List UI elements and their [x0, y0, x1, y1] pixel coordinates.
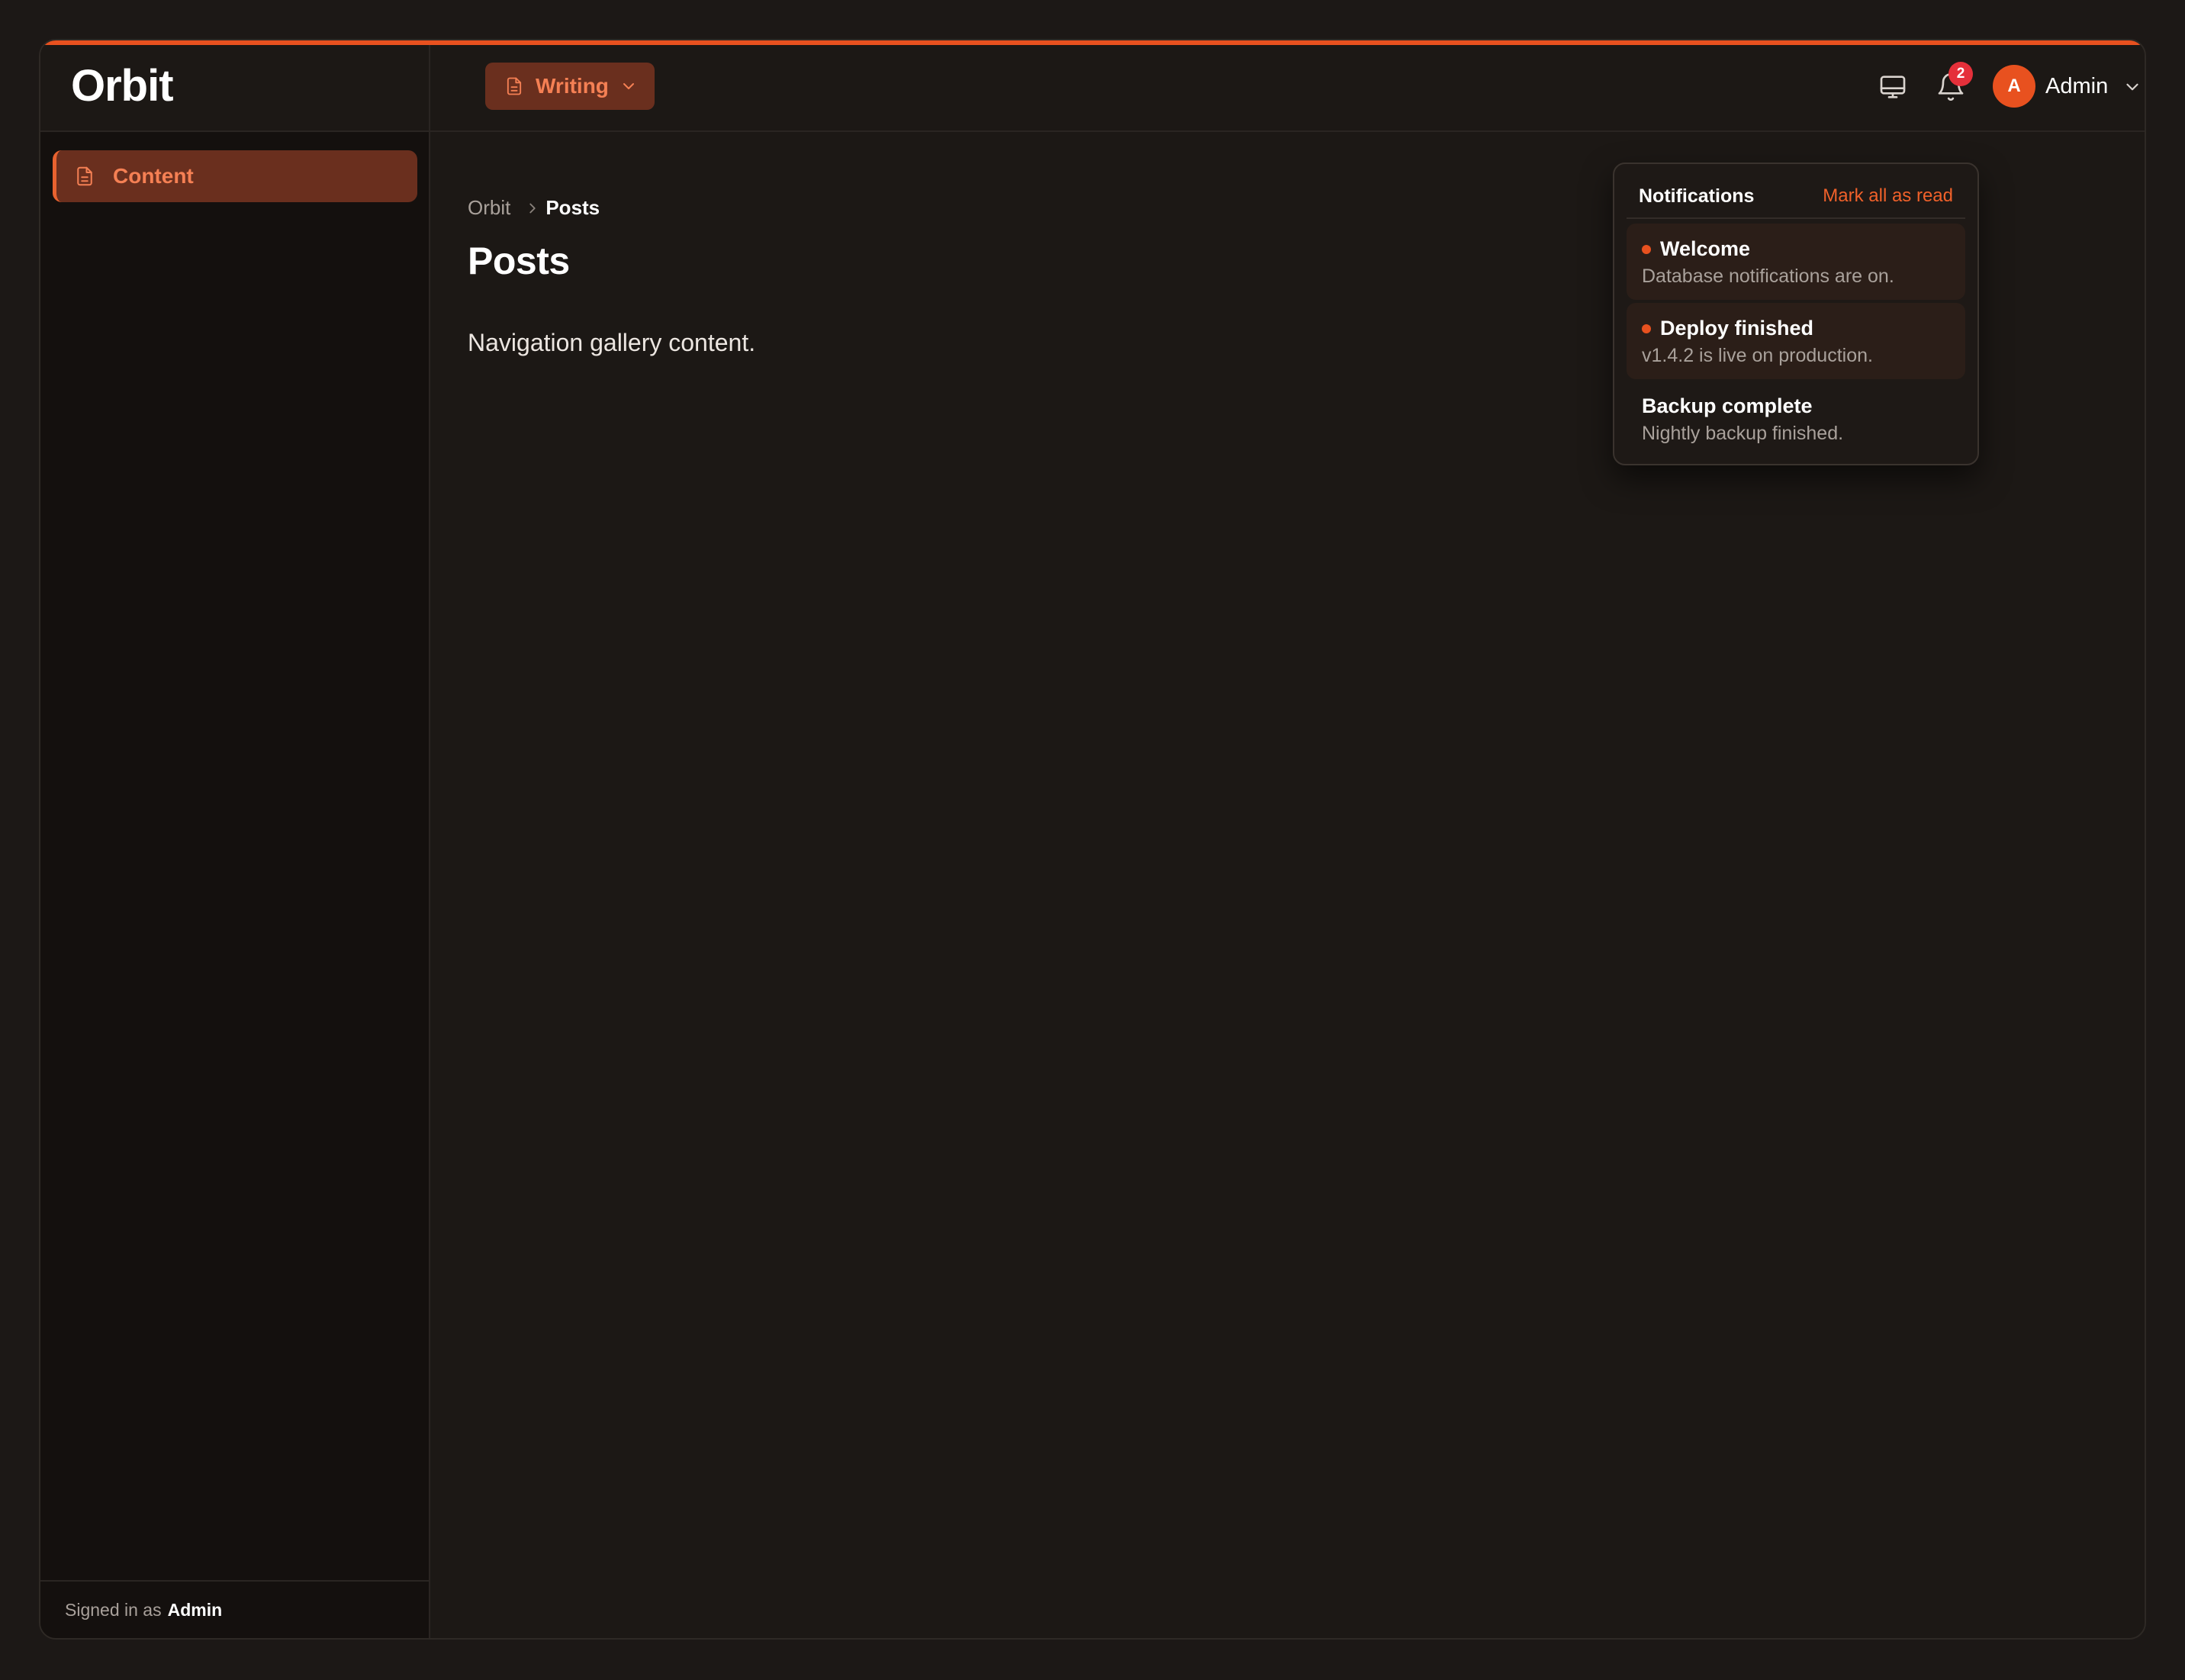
notification-body: Nightly backup finished. [1642, 423, 1844, 444]
sidebar-footer: Signed in as Admin [40, 1580, 429, 1638]
sidebar: Orbit Content Signed in as Admin [40, 45, 430, 1638]
avatar[interactable]: A [1993, 65, 2035, 108]
app-window: Orbit Content Signed in as Admin Writing [39, 39, 2146, 1640]
sidebar-item-content[interactable]: Content [53, 150, 417, 202]
document-icon [77, 166, 92, 186]
notification-item[interactable]: Deploy finished v1.4.2 is live on produc… [1627, 303, 1965, 379]
breadcrumb-root[interactable]: Orbit [468, 196, 510, 220]
chevron-down-icon[interactable] [2122, 77, 2142, 97]
notification-title: Deploy finished [1660, 317, 1814, 340]
breadcrumb-current: Posts [545, 196, 600, 219]
notifications-title: Notifications [1639, 185, 1755, 207]
chevron-right-icon [529, 203, 536, 213]
brand-logo[interactable]: Orbit [71, 60, 174, 111]
notification-body: v1.4.2 is live on production. [1642, 345, 1873, 366]
notification-item[interactable]: Backup complete Nightly backup finished. [1627, 381, 1965, 457]
monitor-icon[interactable] [1878, 72, 1908, 102]
user-menu-name[interactable]: Admin [2045, 74, 2108, 99]
notification-title: Backup complete [1642, 394, 1813, 417]
notification-item[interactable]: Welcome Database notifications are on. [1627, 224, 1965, 300]
notification-count-badge: 2 [1948, 62, 1973, 86]
unread-dot-icon [1642, 323, 1651, 333]
document-icon [507, 77, 522, 95]
notifications-header: Notifications Mark all as read [1627, 164, 1965, 219]
signed-in-label: Signed in as [65, 1599, 162, 1620]
context-switcher-button[interactable]: Writing [485, 63, 655, 110]
topbar: Writing 2 A Admin [430, 45, 2145, 132]
notification-title: Welcome [1660, 237, 1751, 260]
brand-row: Orbit [40, 45, 429, 132]
sidebar-item-label: Content [113, 164, 194, 188]
signed-in-user: Admin [167, 1599, 223, 1620]
mark-all-read-button[interactable]: Mark all as read [1823, 185, 1953, 207]
page-title: Posts [468, 240, 570, 282]
breadcrumb: Orbit Posts [468, 196, 600, 220]
context-switcher-label: Writing [536, 74, 609, 98]
page-body-text: Navigation gallery content. [468, 329, 756, 356]
notification-body: Database notifications are on. [1642, 266, 1894, 287]
chevron-down-icon [623, 83, 634, 89]
unread-dot-icon [1642, 244, 1651, 254]
notifications-dropdown: Notifications Mark all as read Welcome D… [1613, 163, 1979, 465]
